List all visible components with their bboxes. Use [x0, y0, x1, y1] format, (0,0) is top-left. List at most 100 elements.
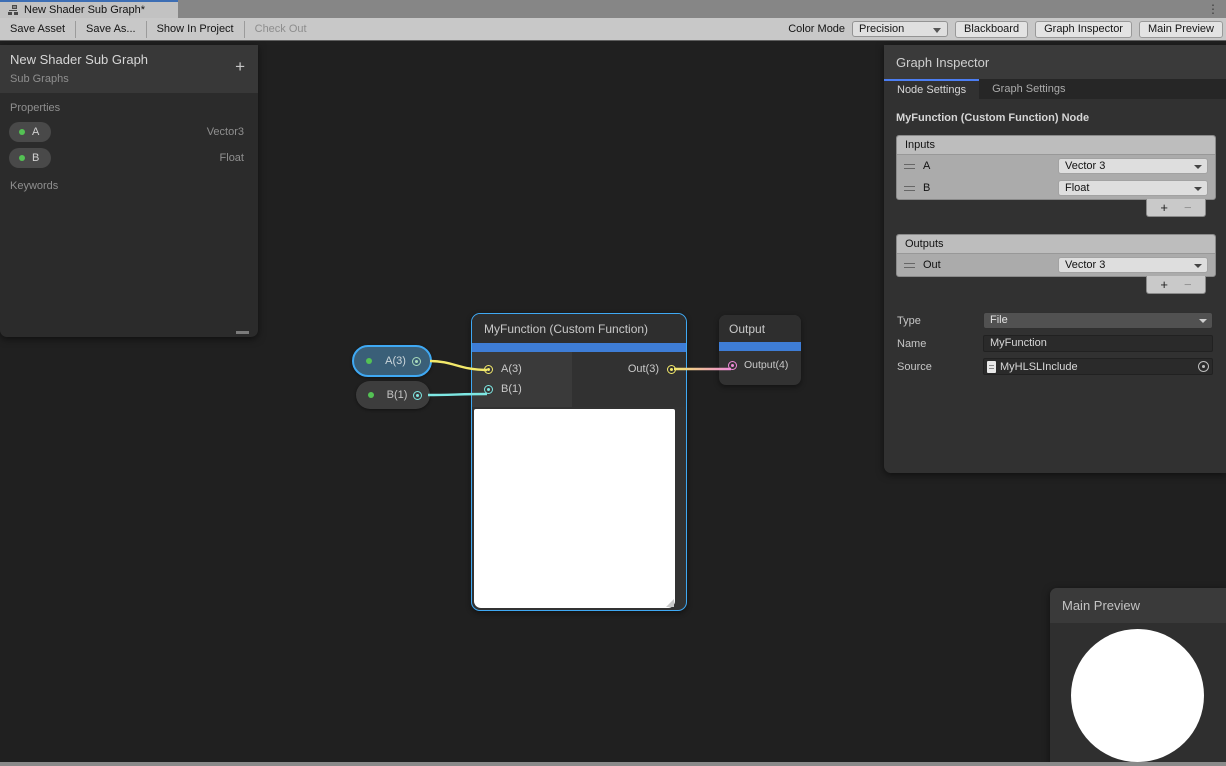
blackboard-panel: New Shader Sub Graph Sub Graphs + Proper…	[0, 45, 258, 337]
input-port-row-b: B(1)	[472, 379, 572, 399]
output-port-vector3[interactable]	[412, 357, 421, 366]
property-name: A	[32, 126, 39, 138]
output-type-dropdown[interactable]: Vector 3	[1058, 257, 1208, 273]
name-input[interactable]: MyFunction	[983, 335, 1213, 352]
precision-color-bar	[472, 343, 686, 352]
property-node-label: A(3)	[379, 355, 412, 367]
input-port-vector3[interactable]	[484, 365, 493, 374]
blackboard-subtitle: Sub Graphs	[10, 73, 248, 85]
graph-inspector-toggle-button[interactable]: Graph Inspector	[1035, 21, 1132, 38]
add-output-button[interactable]: +	[1160, 277, 1168, 292]
inputs-list-footer: + −	[896, 200, 1216, 220]
outputs-list-footer: + −	[896, 277, 1216, 297]
blackboard-resize-handle[interactable]	[236, 331, 249, 334]
show-in-project-button[interactable]: Show In Project	[147, 21, 245, 38]
tab-graph-settings[interactable]: Graph Settings	[979, 79, 1078, 99]
input-type-dropdown[interactable]: Vector 3	[1058, 158, 1208, 174]
input-port-vector4[interactable]	[728, 361, 737, 370]
type-label: Type	[897, 315, 983, 327]
blackboard-property-row[interactable]: A Vector3	[0, 119, 258, 145]
source-object-field[interactable]: MyHLSLInclude	[983, 358, 1213, 375]
save-as-button[interactable]: Save As...	[76, 21, 147, 38]
save-asset-button[interactable]: Save Asset	[0, 21, 76, 38]
property-node-label: B(1)	[381, 389, 413, 401]
main-preview-toggle-button[interactable]: Main Preview	[1139, 21, 1223, 38]
property-exposed-dot	[366, 358, 372, 364]
file-icon	[987, 361, 996, 373]
property-pill-a[interactable]: A	[9, 122, 51, 142]
remove-input-button[interactable]: −	[1184, 200, 1192, 215]
drag-handle-icon[interactable]	[904, 164, 915, 169]
add-input-button[interactable]: +	[1160, 200, 1168, 215]
type-field-row: Type File	[884, 311, 1226, 330]
kebab-menu-icon[interactable]: ⋮	[1207, 2, 1219, 16]
main-preview-panel: Main Preview	[1050, 588, 1226, 766]
outputs-list-header: Outputs	[897, 235, 1215, 254]
blackboard-toggle-button[interactable]: Blackboard	[955, 21, 1028, 38]
input-type-dropdown[interactable]: Float	[1058, 180, 1208, 196]
color-mode-dropdown[interactable]: Precision	[852, 21, 948, 37]
selected-node-header: MyFunction (Custom Function) Node	[884, 99, 1226, 135]
inputs-list-buttons: + −	[1146, 199, 1206, 217]
properties-section-header[interactable]: Properties	[0, 93, 258, 119]
output-name: Out	[923, 259, 941, 271]
outputs-list-buttons: + −	[1146, 276, 1206, 294]
sub-graph-output-node[interactable]: Output Output(4)	[719, 315, 801, 385]
tab-new-shader-sub-graph[interactable]: New Shader Sub Graph*	[0, 0, 178, 18]
input-name: B	[923, 182, 930, 194]
output-input-port-row: Output(4)	[719, 351, 801, 371]
custom-function-node[interactable]: MyFunction (Custom Function) A(3) B(1) O…	[471, 313, 687, 611]
output-port-row: Out(3)	[572, 359, 686, 379]
property-name: B	[32, 152, 39, 164]
property-type: Float	[220, 152, 244, 164]
blackboard-header[interactable]: New Shader Sub Graph Sub Graphs +	[0, 45, 258, 93]
drag-handle-icon[interactable]	[904, 263, 915, 268]
color-mode-label: Color Mode	[788, 23, 845, 35]
outputs-list: Outputs Out Vector 3	[896, 234, 1216, 277]
property-exposed-dot	[368, 392, 374, 398]
name-field-row: Name MyFunction	[884, 334, 1226, 353]
property-node-b[interactable]: B(1)	[356, 381, 430, 409]
blackboard-property-row[interactable]: B Float	[0, 145, 258, 171]
shader-graph-asset-icon	[8, 5, 19, 16]
tab-node-settings[interactable]: Node Settings	[884, 79, 979, 99]
main-preview-title[interactable]: Main Preview	[1050, 588, 1226, 623]
node-title[interactable]: MyFunction (Custom Function)	[472, 314, 686, 343]
input-name: A	[923, 160, 930, 172]
node-title[interactable]: Output	[719, 315, 801, 342]
precision-color-bar	[719, 342, 801, 351]
input-port-label: B(1)	[501, 383, 522, 395]
type-dropdown[interactable]: File	[983, 312, 1213, 329]
drag-handle-icon[interactable]	[904, 186, 915, 191]
inputs-list-header: Inputs	[897, 136, 1215, 155]
output-port-float[interactable]	[413, 391, 422, 400]
input-port-row-a: A(3)	[472, 359, 572, 379]
object-picker-icon[interactable]	[1198, 361, 1209, 372]
property-type: Vector3	[207, 126, 244, 138]
window-bottom-edge	[0, 762, 1226, 766]
input-port-label: Output(4)	[744, 359, 788, 371]
output-port-vector3[interactable]	[667, 365, 676, 374]
graph-inspector-title[interactable]: Graph Inspector	[884, 45, 1226, 79]
name-label: Name	[897, 338, 983, 350]
add-property-button[interactable]: +	[235, 58, 245, 75]
remove-output-button[interactable]: −	[1184, 277, 1192, 292]
node-preview-image[interactable]	[474, 409, 675, 608]
source-object-name: MyHLSLInclude	[1000, 361, 1078, 373]
inputs-list: Inputs A Vector 3 B Float	[896, 135, 1216, 200]
property-node-a[interactable]: A(3)	[352, 345, 432, 377]
input-port-label: A(3)	[501, 363, 522, 375]
exposed-dot	[19, 129, 25, 135]
keywords-section-header[interactable]: Keywords	[0, 171, 258, 197]
property-pill-b[interactable]: B	[9, 148, 51, 168]
source-label: Source	[897, 361, 983, 373]
output-port-label: Out(3)	[628, 363, 659, 375]
preview-sphere[interactable]	[1071, 629, 1204, 762]
input-row-b[interactable]: B Float	[897, 177, 1215, 199]
input-row-a[interactable]: A Vector 3	[897, 155, 1215, 177]
input-port-column: A(3) B(1)	[472, 352, 572, 407]
input-port-float[interactable]	[484, 385, 493, 394]
inspector-tab-bar: Node Settings Graph Settings	[884, 79, 1226, 99]
check-out-button: Check Out	[245, 21, 317, 38]
output-row-out[interactable]: Out Vector 3	[897, 254, 1215, 276]
